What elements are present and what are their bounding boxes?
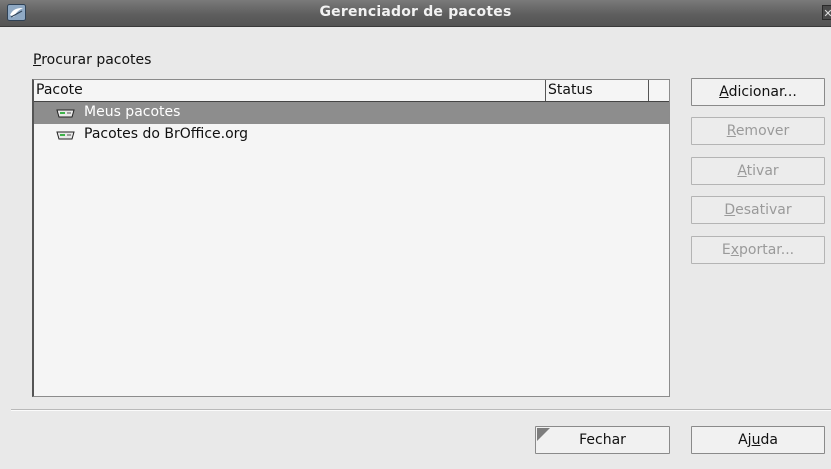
- window-title: Gerenciador de pacotes: [319, 4, 512, 20]
- window-close-icon[interactable]: ✕: [822, 5, 831, 20]
- list-header: Pacote Status: [34, 80, 669, 102]
- export-button[interactable]: Exportar...: [691, 236, 825, 264]
- column-header-status[interactable]: Status: [546, 80, 649, 101]
- close-button[interactable]: Fechar: [535, 426, 670, 454]
- column-header-extra[interactable]: [649, 80, 669, 101]
- list-item-broffice-packages[interactable]: Pacotes do BrOffice.org: [34, 124, 669, 146]
- title-bar: Gerenciador de pacotes ✕: [0, 0, 831, 27]
- column-header-package[interactable]: Pacote: [34, 80, 546, 101]
- add-button[interactable]: Adicionar...: [691, 78, 825, 106]
- package-drive-icon: [56, 131, 75, 140]
- list-item-label: Meus pacotes: [84, 104, 181, 120]
- package-list[interactable]: Pacote Status Meus pacotes Pacotes do Br…: [32, 79, 670, 397]
- enable-button[interactable]: Ativar: [691, 157, 825, 185]
- remove-button[interactable]: Remover: [691, 117, 825, 145]
- browse-packages-label: Procurar pacotes: [33, 52, 152, 68]
- list-item-my-packages[interactable]: Meus pacotes: [34, 102, 669, 124]
- help-button[interactable]: Ajuda: [691, 426, 825, 454]
- disable-button[interactable]: Desativar: [691, 196, 825, 224]
- default-button-indicator: [537, 428, 550, 441]
- package-drive-icon: [56, 109, 75, 118]
- dialog-separator: [11, 409, 831, 411]
- list-item-label: Pacotes do BrOffice.org: [84, 126, 249, 142]
